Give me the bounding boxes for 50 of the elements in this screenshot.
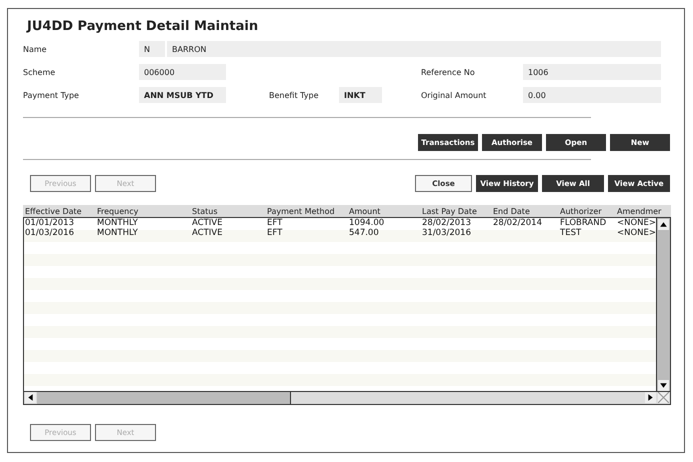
table-cell: <NONE> xyxy=(617,228,656,238)
table-cell: ACTIVE xyxy=(192,218,222,228)
table-cell: 547.00 xyxy=(349,228,379,238)
scheme-field[interactable]: 006000 xyxy=(139,64,226,80)
field-label: Scheme xyxy=(23,68,56,76)
up-arrow-icon[interactable] xyxy=(658,219,669,230)
table-cell: 28/02/2013 xyxy=(422,218,471,228)
horizontal-scrollbar[interactable] xyxy=(24,391,670,404)
table-cell: EFT xyxy=(267,218,282,228)
table-row[interactable]: 01/03/2016 MONTHLY ACTIVE EFT 547.00 31/03/2016 TEST <NONE> xyxy=(24,228,657,238)
table-cell: <NONE> xyxy=(617,218,656,228)
column-header: Status xyxy=(191,206,218,216)
left-arrow-icon[interactable] xyxy=(25,392,36,403)
table-cell: 28/02/2014 xyxy=(493,218,542,228)
original-amount-field[interactable]: 0.00 xyxy=(523,87,661,103)
down-arrow-icon[interactable] xyxy=(658,380,669,391)
field-label: Payment Type xyxy=(23,90,80,100)
column-header: Effective Date xyxy=(24,206,83,216)
vertical-scrollbar[interactable] xyxy=(656,218,670,392)
field-label: Original Amount xyxy=(421,90,488,100)
table-cell: FLOBRAND xyxy=(560,218,606,228)
column-header: Amount xyxy=(348,206,382,216)
reference-field[interactable]: 1006 xyxy=(523,64,661,80)
table-cell: EFT xyxy=(267,228,282,238)
column-header: Payment Method xyxy=(266,206,336,216)
table-cell: MONTHLY xyxy=(97,228,138,238)
column-header: Last Pay Date xyxy=(421,206,478,216)
table-cell: TEST xyxy=(560,228,582,238)
table-cell: 31/03/2016 xyxy=(422,228,471,238)
column-header: End Date xyxy=(492,206,531,216)
payment-type-field[interactable]: ANN MSUB YTD xyxy=(139,87,226,103)
surname-field[interactable]: BARRON xyxy=(167,41,661,57)
column-header: Frequency xyxy=(96,206,140,216)
right-arrow-icon[interactable] xyxy=(645,392,656,403)
scroll-thumb[interactable] xyxy=(37,392,291,404)
initial-field[interactable]: N xyxy=(139,41,165,57)
page-title: JU4DD Payment Detail Maintain xyxy=(27,19,260,34)
column-header: Authorizer xyxy=(559,206,603,216)
column-header: Amendmer xyxy=(616,206,662,216)
field-label: Reference No xyxy=(421,68,476,76)
benefit-type-field[interactable]: INKT xyxy=(339,87,382,103)
field-label: Benefit Type xyxy=(269,90,320,100)
table-row[interactable]: 01/01/2013 MONTHLY ACTIVE EFT 1094.00 28/02/2013 28/02/2014 FLOBRAND <NONE> xyxy=(24,218,657,228)
field-label: Name xyxy=(23,44,48,54)
resize-corner-icon xyxy=(658,392,669,403)
table-cell: ACTIVE xyxy=(192,228,222,238)
table-cell: 01/03/2016 xyxy=(25,228,74,238)
table-cell: 1094.00 xyxy=(349,218,384,228)
table-cell: 01/01/2013 xyxy=(25,218,74,228)
table-cell: MONTHLY xyxy=(97,218,138,228)
